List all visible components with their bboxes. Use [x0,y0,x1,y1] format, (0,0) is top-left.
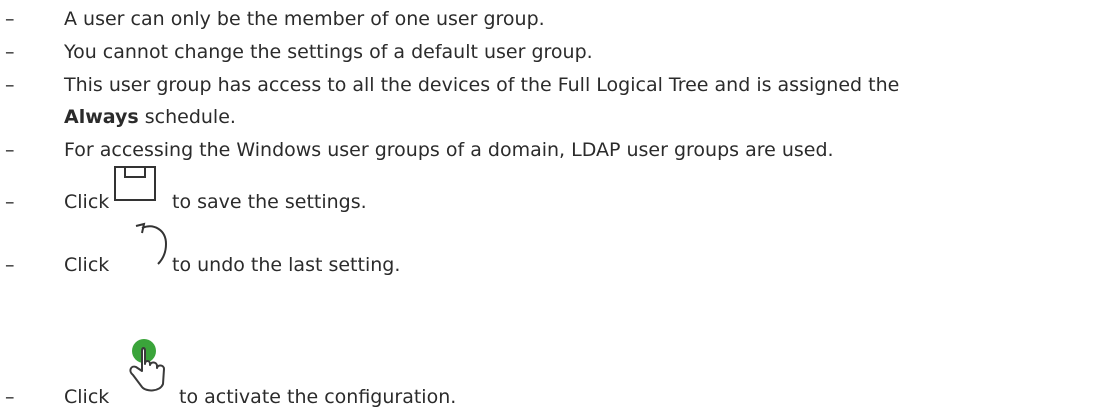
list-item-text: A user can only be the member of one use… [64,8,545,30]
bullet-dash: – [5,254,15,276]
click-label: Click [64,191,110,213]
save-instruction-text: to save the settings. [172,191,367,213]
bullet-dash: – [5,8,15,30]
undo-icon [135,222,168,265]
click-label: Click [64,254,110,276]
list-item-text: This user group has access to all the de… [64,74,900,96]
bullet-dash: – [5,386,15,408]
emphasis-always: Always [64,106,139,128]
activate-configuration-icon [129,339,165,392]
click-label: Click [64,386,110,408]
undo-instruction-text: to undo the last setting. [172,254,401,276]
bullet-dash: – [5,139,15,161]
list-item-text-continued: Always schedule. [64,100,236,134]
list-item-text-rest: schedule. [138,106,236,128]
list-item-text: You cannot change the settings of a defa… [64,41,593,63]
list-item-text: For accessing the Windows user groups of… [64,139,834,161]
save-icon [114,166,156,201]
bullet-dash: – [5,191,15,213]
bullet-dash: – [5,41,15,63]
help-document: – A user can only be the member of one u… [0,0,1093,420]
bullet-dash: – [5,74,15,96]
activate-instruction-text: to activate the configuration. [179,386,457,408]
